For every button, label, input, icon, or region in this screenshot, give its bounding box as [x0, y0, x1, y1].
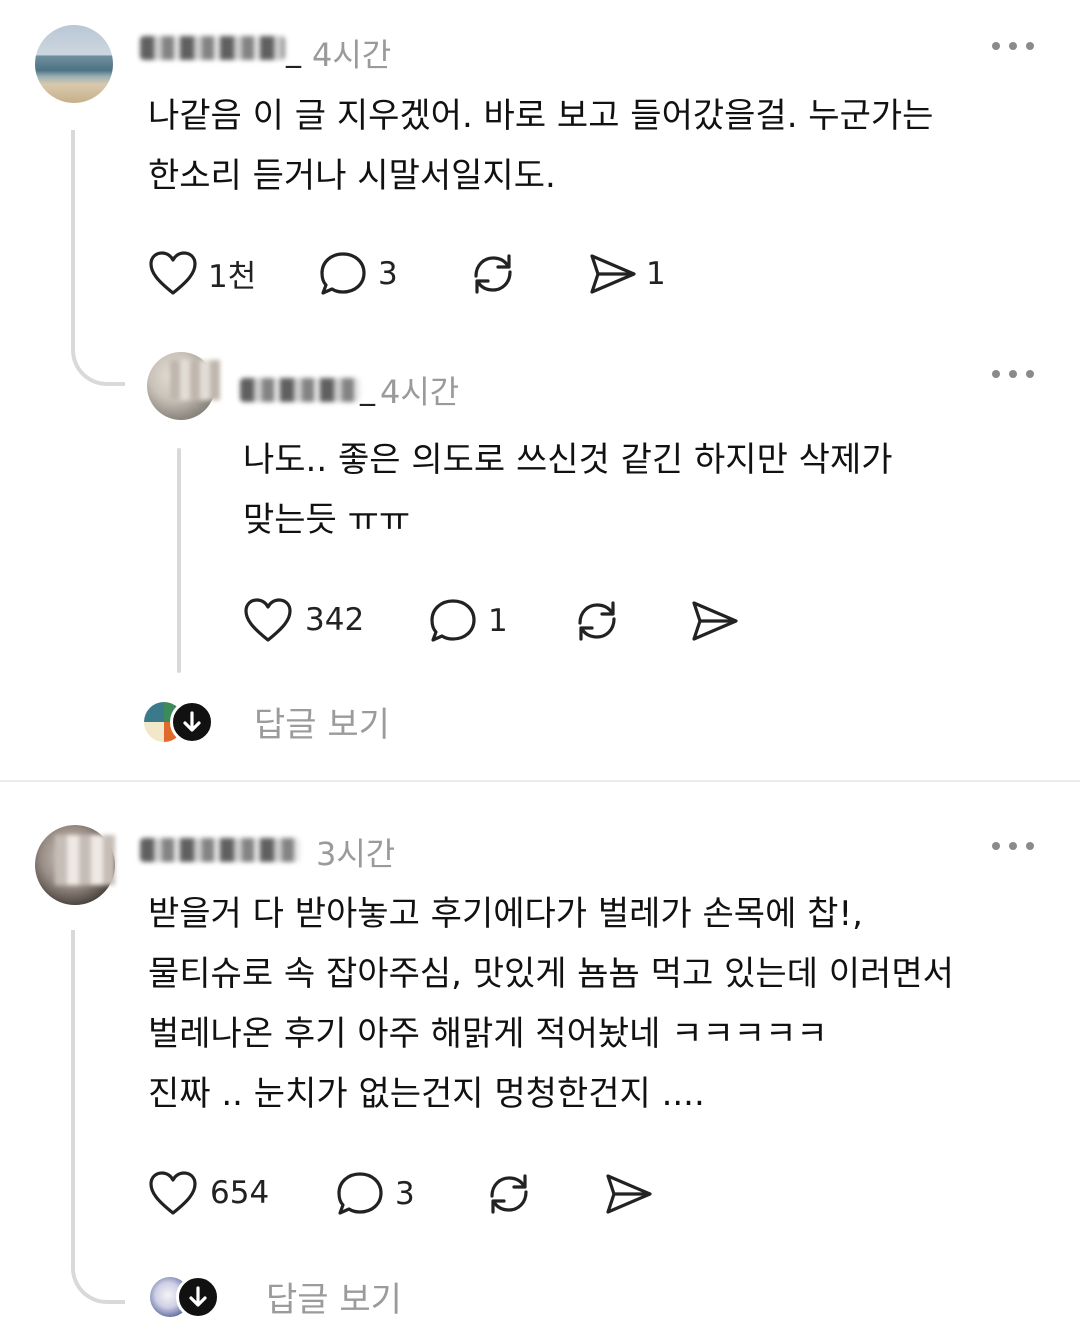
- view-replies-button[interactable]: 답글 보기: [150, 1272, 402, 1321]
- heart-icon: [148, 1170, 198, 1216]
- like-count: 654: [210, 1175, 270, 1211]
- repost-button[interactable]: [572, 597, 622, 645]
- share-button[interactable]: [690, 597, 740, 645]
- arrow-down-icon: [170, 699, 214, 744]
- share-count: 1: [646, 256, 666, 292]
- share-button[interactable]: 1: [588, 250, 666, 298]
- avatar-blur-patch: [170, 360, 220, 400]
- timestamp: 4시간: [312, 36, 392, 74]
- avatar[interactable]: [35, 25, 113, 103]
- timestamp: 4시간: [380, 373, 460, 411]
- share-button[interactable]: [604, 1170, 654, 1218]
- heart-icon: [243, 597, 293, 643]
- more-icon[interactable]: [990, 364, 1036, 384]
- comment-icon: [318, 250, 368, 298]
- comment-text: 나같음 이 글 지우겠어. 바로 보고 들어갔을걸. 누군가는 한소리 듣거나 …: [148, 96, 934, 196]
- username[interactable]: [140, 36, 285, 60]
- comment-count: 1: [488, 603, 508, 639]
- comment-icon: [428, 597, 478, 645]
- share-icon: [604, 1170, 654, 1218]
- heart-icon: [148, 250, 198, 296]
- like-button[interactable]: 1천: [148, 250, 256, 296]
- repost-button[interactable]: [468, 250, 518, 298]
- comment-text: 나도.. 좋은 의도로 쓰신것 같긴 하지만 삭제가 맞는듯 ㅠㅠ: [243, 440, 893, 540]
- username-suffix: _: [360, 372, 375, 407]
- timestamp: 3시간: [316, 835, 396, 873]
- more-icon[interactable]: [990, 836, 1036, 856]
- view-replies-button[interactable]: 답글 보기: [144, 697, 390, 746]
- username[interactable]: [240, 378, 360, 402]
- like-button[interactable]: 654: [148, 1170, 269, 1216]
- more-icon[interactable]: [990, 36, 1036, 56]
- thread-connector: [71, 130, 125, 386]
- repost-button[interactable]: [484, 1170, 534, 1218]
- like-count: 342: [305, 602, 365, 638]
- username-suffix: _: [286, 34, 301, 69]
- comment-icon: [335, 1170, 385, 1218]
- comment-text: 받을거 다 받아놓고 후기에다가 벌레가 손목에 찹!, 물티슈로 속 잡아주심…: [148, 894, 954, 1114]
- divider: [0, 780, 1080, 782]
- view-replies-label: 답글 보기: [266, 1280, 402, 1320]
- username[interactable]: [140, 838, 300, 862]
- like-button[interactable]: 342: [243, 597, 364, 643]
- reply-thread-line: [177, 448, 181, 673]
- comment-button[interactable]: 1: [428, 597, 508, 645]
- share-icon: [690, 597, 740, 645]
- like-count: 1천: [208, 258, 257, 295]
- comment-count: 3: [378, 256, 398, 292]
- avatar-blur-patch: [55, 835, 115, 885]
- comment-count: 3: [395, 1176, 415, 1212]
- arrow-down-icon: [176, 1274, 220, 1319]
- repost-icon: [468, 250, 518, 298]
- share-icon: [588, 250, 638, 298]
- view-replies-label: 답글 보기: [254, 705, 390, 745]
- comment-button[interactable]: 3: [335, 1170, 415, 1218]
- repost-icon: [572, 597, 622, 645]
- thread-connector: [71, 930, 125, 1304]
- repost-icon: [484, 1170, 534, 1218]
- comment-button[interactable]: 3: [318, 250, 398, 298]
